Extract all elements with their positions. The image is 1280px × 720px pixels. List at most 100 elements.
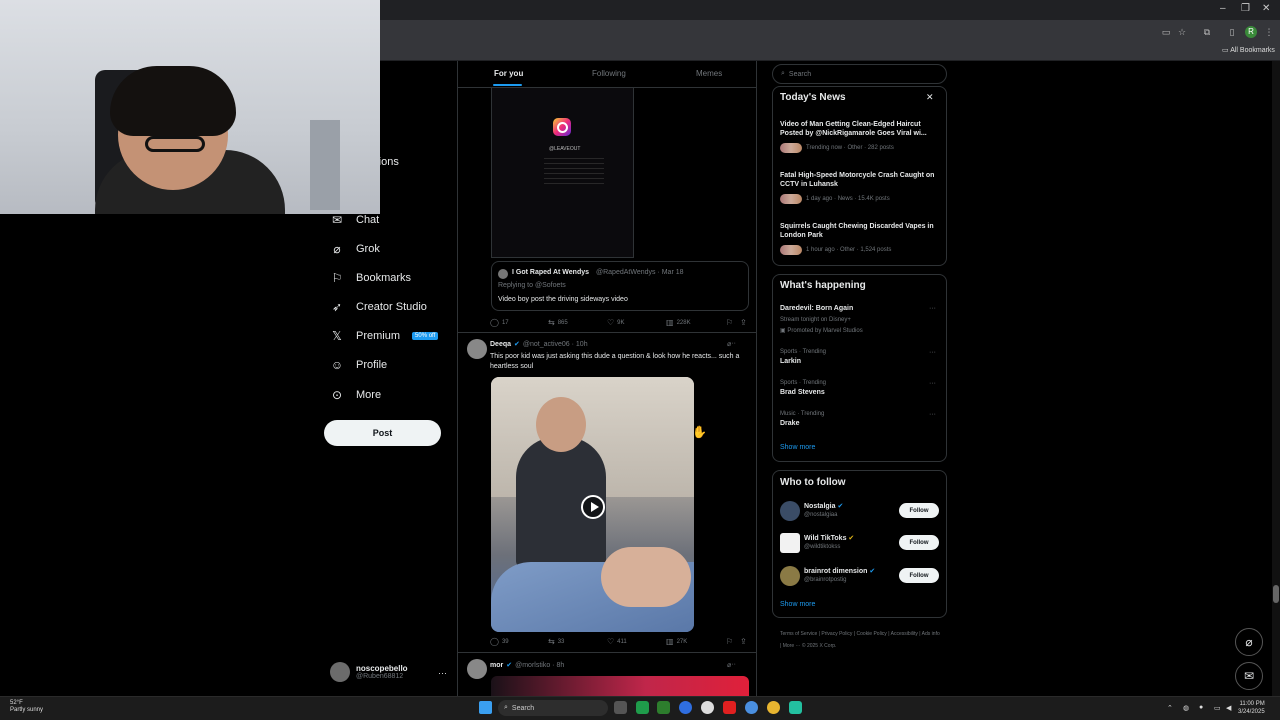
avatar[interactable] [467,659,487,679]
tray-chevron-icon[interactable]: ⌃ [1167,704,1173,712]
follow-button[interactable]: Follow [899,535,939,550]
views-button[interactable]: ▥ 27K [666,637,687,646]
tweet-author-handle[interactable]: @morlstiko · 8h [515,662,564,669]
share-button[interactable]: ⇪ [740,318,747,327]
post-button[interactable]: Post [324,420,441,446]
sidebar-item-creator-studio[interactable]: ➶ Creator Studio [330,297,427,317]
repost-button[interactable]: ⇆ 865 [548,318,568,327]
like-button[interactable]: ♡ 411 [607,637,627,646]
task-view-icon[interactable] [614,701,627,714]
more-icon[interactable]: ··· [729,661,736,668]
trend-name[interactable]: Larkin [780,358,801,365]
show-more-link[interactable]: Show more [780,601,815,608]
tweet-author-name[interactable]: mor [490,662,503,669]
follow-account-name[interactable]: Wild TikToks ✔ [804,534,854,542]
follow-button[interactable]: Follow [899,568,939,583]
app-icon[interactable] [767,701,780,714]
app-icon[interactable] [701,701,714,714]
chrome-icon[interactable] [745,701,758,714]
tab-following[interactable]: Following [592,69,626,78]
sidebar-item-premium[interactable]: 𝕏 Premium 50% off [330,326,439,346]
sidebar-item-grok[interactable]: ⌀ Grok [330,239,379,259]
news-item-title[interactable]: Fatal High-Speed Motorcycle Crash Caught… [780,171,940,189]
scrollbar-thumb[interactable] [1273,585,1279,603]
video-player[interactable] [491,377,694,632]
footer-link[interactable]: Ads info [922,631,940,637]
tray-icon[interactable]: ◍ [1183,704,1189,712]
more-icon[interactable]: ··· [929,305,936,312]
footer-link[interactable]: Terms of Service [780,631,817,637]
profile-avatar[interactable]: R [1245,26,1257,38]
quoted-media[interactable]: @LEAVEOUT [491,88,634,258]
network-icon[interactable]: ▭ [1214,704,1221,712]
account-more-icon[interactable]: ··· [438,668,447,678]
play-icon[interactable] [581,495,605,519]
sidepanel-icon[interactable]: ▯ [1227,27,1237,37]
volume-icon[interactable]: ◀ [1226,704,1231,712]
bookmark-button[interactable]: ⚐ [726,637,733,646]
who-to-follow-title: Who to follow [780,477,846,488]
tab-memes[interactable]: Memes [696,69,722,78]
like-button[interactable]: ♡ 9K [607,318,625,327]
footer-link[interactable]: More ··· [783,643,801,649]
more-icon[interactable]: ··· [929,380,936,387]
extensions-icon[interactable]: ⧉ [1202,27,1212,37]
tweet-author-handle[interactable]: @not_active06 · 10h [523,341,588,348]
trend-name[interactable]: Drake [780,420,799,427]
menu-kebab-icon[interactable]: ⋮ [1264,27,1274,37]
verified-icon: ✔ [514,341,520,348]
mic-icon[interactable]: ● [1199,704,1203,711]
reply-button[interactable]: ◯ 17 [490,318,509,327]
show-more-link[interactable]: Show more [780,444,815,451]
account-switcher[interactable]: noscopebello @Ruben68812 [330,662,408,682]
footer-link[interactable]: Accessibility [891,631,918,637]
grok-float-button[interactable]: ⌀ [1235,628,1263,656]
footer-link[interactable]: Cookie Policy [857,631,887,637]
app-icon[interactable] [636,701,649,714]
repost-button[interactable]: ⇆ 33 [548,637,564,646]
trend-name[interactable]: Daredevil: Born Again [780,305,853,312]
minimize-button[interactable]: – [1220,3,1226,14]
close-window-button[interactable]: ✕ [1262,3,1270,14]
share-button[interactable]: ⇪ [740,637,747,646]
search-input[interactable]: ⌕ Search [772,64,947,84]
bookmark-button[interactable]: ⚐ [726,318,733,327]
sidebar-item-profile[interactable]: ☺ Profile [330,355,387,375]
more-icon[interactable]: ··· [929,349,936,356]
avatar[interactable] [780,533,800,553]
avatar[interactable] [780,566,800,586]
follow-account-name[interactable]: Nostalgia ✔ [804,502,843,510]
video-player[interactable] [491,676,749,696]
more-icon[interactable]: ··· [729,340,736,347]
app-icon[interactable] [679,701,692,714]
follow-button[interactable]: Follow [899,503,939,518]
news-item-title[interactable]: Video of Man Getting Clean-Edged Haircut… [780,120,940,138]
more-icon[interactable]: ··· [929,411,936,418]
sidebar-item-bookmarks[interactable]: ⚐ Bookmarks [330,268,411,288]
tweet-author-name[interactable]: Deeqa [490,341,511,348]
views-button[interactable]: ▥ 228K [666,318,691,327]
quoted-tweet[interactable]: I Got Raped At Wendys @RapedAtWendys · M… [491,261,749,311]
taskbar-search[interactable]: ⌕ Search [498,700,608,716]
taskbar-clock[interactable]: 11:00 PM 3/24/2025 [1238,700,1265,716]
avatar[interactable] [467,339,487,359]
tab-for-you[interactable]: For you [494,69,523,78]
weather-widget[interactable]: 52°F Partly sunny [10,700,43,714]
install-icon[interactable]: ▭ [1161,27,1171,37]
messages-float-button[interactable]: ✉ [1235,662,1263,690]
trend-name[interactable]: Brad Stevens [780,389,825,396]
windows-start-icon[interactable] [479,701,492,714]
reply-button[interactable]: ◯ 39 [490,637,509,646]
footer-link[interactable]: Privacy Policy [821,631,852,637]
star-icon[interactable]: ☆ [1177,27,1187,37]
app-icon[interactable] [789,701,802,714]
close-icon[interactable]: ✕ [926,92,934,103]
all-bookmarks[interactable]: ▭ All Bookmarks [1222,46,1275,54]
sidebar-item-more[interactable]: ⊙ More [330,385,381,405]
follow-account-name[interactable]: brainrot dimension ✔ [804,567,875,575]
app-icon[interactable] [657,701,670,714]
avatar[interactable] [780,501,800,521]
restore-button[interactable]: ❐ [1241,3,1250,14]
app-icon[interactable] [723,701,736,714]
news-item-title[interactable]: Squirrels Caught Chewing Discarded Vapes… [780,222,940,240]
